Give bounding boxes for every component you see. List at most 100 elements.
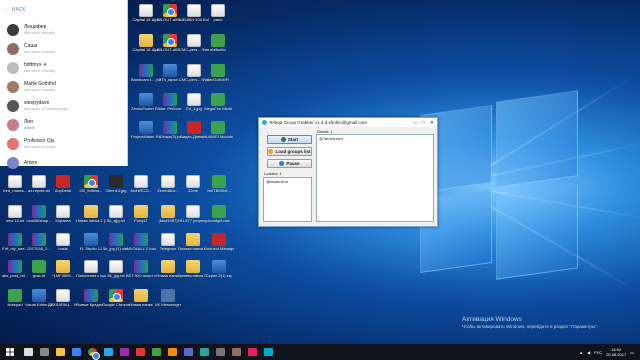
desktop-icon[interactable]: hosts: [50, 233, 76, 259]
desktop-icon[interactable]: CMC-pers... Финал.docx: [179, 34, 209, 60]
desktop-icon[interactable]: 5k_jpg (1).xlsx: [103, 233, 129, 259]
contact-item[interactable]: Саша last seen recently: [0, 39, 127, 58]
desktop-icon[interactable]: 2017038_2...: [26, 233, 52, 259]
app-taskbar-icon-3[interactable]: [151, 348, 161, 356]
desktop-icon[interactable]: Чат. Ребонн: [157, 93, 183, 119]
clock[interactable]: 18:52 20.08.2017: [606, 347, 626, 357]
result-list[interactable]: @Tamed.tarn: [316, 134, 434, 222]
desktop-icon[interactable]: 33mn14.jpg: [103, 175, 129, 201]
desktop-icon[interactable]: t30_feticha...: [78, 175, 104, 201]
desktop-icon[interactable]: Capital 15 Щит: [133, 34, 159, 60]
load-groups-button[interactable]: Load groups list: [267, 147, 312, 156]
contact-item[interactable]: Лия online: [0, 115, 127, 134]
desktop-icon[interactable]: 5k_jpg.txt: [103, 260, 129, 286]
file-explorer-icon[interactable]: [55, 348, 65, 356]
desktop-icon[interactable]: AnyDesk: [50, 175, 76, 201]
desktop-icon[interactable]: FL Studio 12: [78, 233, 104, 259]
notifications-icon[interactable]: ▭: [630, 350, 634, 355]
desktop-icon[interactable]: Корзина: [50, 205, 76, 231]
desktop-icon[interactable]: VK Messenger: [155, 289, 181, 315]
desktop-icon[interactable]: ProjectMaker RU 5.11.5.0: [131, 121, 161, 147]
desktop-icon[interactable]: (Msd1987): [155, 205, 181, 231]
app-taskbar-icon-10[interactable]: [263, 348, 273, 356]
desktop-icon[interactable]: ШЕШКН 100 Ксбас: [179, 4, 209, 30]
app-taskbar-icon-8[interactable]: [231, 348, 241, 356]
pause-button[interactable]: Pause: [267, 159, 312, 168]
desktop-icon[interactable]: aks_post_ref...: [2, 260, 28, 286]
app-taskbar-icon-7[interactable]: [215, 348, 225, 356]
volume-icon[interactable]: ◀: [587, 350, 590, 355]
minimize-icon[interactable]: –: [414, 120, 417, 126]
desktop-icon[interactable]: NeiTBMSel...: [206, 175, 232, 201]
desktop-icon[interactable]: Пояснения к проведению: [76, 260, 106, 286]
contact-item[interactable]: sleepydave last seen 10 minutes ago: [0, 96, 127, 115]
desktop-icon[interactable]: parfc: [205, 4, 231, 30]
contact-item[interactable]: Artem: [0, 153, 127, 172]
app-taskbar-icon[interactable]: [119, 348, 129, 356]
desktop-icon[interactable]: 5k_sjjg.txt: [103, 205, 129, 231]
contact-item[interactable]: Люцифер last seen recently: [0, 20, 127, 39]
desktop-icon[interactable]: Новые Кредит...: [76, 289, 106, 315]
app-taskbar-icon-2[interactable]: [135, 348, 145, 356]
desktop-icon[interactable]: new 14.txt: [2, 205, 28, 231]
desktop-icon[interactable]: Telegram: [155, 233, 181, 259]
search-icon[interactable]: [23, 348, 33, 356]
loaded-list[interactable]: @kulakoff.m: [263, 177, 312, 222]
desktop-icon[interactable]: BET 920 апорт пов...: [126, 260, 156, 286]
task-view-icon[interactable]: [39, 348, 49, 356]
desktop-icon[interactable]: Capital 15 Щит: [133, 4, 159, 30]
desktop-icon[interactable]: MegaFun Miniti: [204, 93, 232, 119]
desktop-icon[interactable]: VecGuKbbFt: [205, 64, 231, 90]
desktop-icon[interactable]: Elrf_dfy_see...: [2, 233, 28, 259]
desktop-icon[interactable]: HUAWEI Module: [203, 121, 233, 147]
app-taskbar-icon-5[interactable]: [183, 348, 193, 356]
desktop-icon[interactable]: Google Chrome: [102, 289, 130, 315]
desktop-icon[interactable]: Nf1.877 регулирка.txt: [178, 205, 208, 231]
desktop-icon[interactable]: Ed_1.jpg: [181, 93, 207, 119]
contact-item[interactable]: hdtttnyx ✈ last seen recently: [0, 58, 127, 77]
desktop-icon[interactable]: CMC-pers... Финал.docx: [179, 64, 209, 90]
desktop-icon[interactable]: ASIO4ALL 2 Instruction...: [126, 233, 156, 259]
app-taskbar-icon-6[interactable]: [199, 348, 209, 356]
network-icon[interactable]: ▲: [579, 350, 583, 355]
desktop-icon[interactable]: kranfgkl.raw: [206, 205, 232, 231]
desktop-icon[interactable]: PumpiT: [128, 205, 154, 231]
desktop-icon[interactable]: ZennoBox...: [155, 175, 181, 201]
maximize-icon[interactable]: □: [422, 120, 425, 126]
desktop-icon[interactable]: Ютаре(3).ps: [157, 121, 183, 147]
desktop-icon[interactable]: Bandicam.r... (VK): [131, 64, 161, 90]
start-button-windows[interactable]: [0, 344, 20, 360]
contact-item[interactable]: Professor Ojs last seen recently: [0, 134, 127, 153]
desktop-icon[interactable]: gusLtd: [26, 260, 52, 286]
desktop-icon[interactable]: 32ote: [180, 175, 206, 201]
desktop-icon[interactable]: Личная папка Р...: [178, 233, 208, 259]
desktop-icon[interactable]: Новая папка: [155, 260, 181, 286]
desktop-icon[interactable]: Notepad: [2, 289, 28, 315]
app-taskbar-icon-4[interactable]: [167, 348, 177, 356]
desktop-icon[interactable]: Личная папка П...: [178, 260, 208, 286]
chrome-taskbar-icon[interactable]: [87, 348, 100, 360]
desktop-icon[interactable]: Скрин 2(1).zip: [206, 260, 232, 286]
language-indicator[interactable]: РУС: [594, 350, 602, 355]
desktop-icon[interactable]: Новая папка 2 (2): [76, 205, 106, 231]
contact-item[interactable]: Marta Gothfrid last seen recently: [0, 77, 127, 96]
desktop-icon[interactable]: 8Th_lapse...: [157, 64, 183, 90]
desktop-icon[interactable]: BILOUT-a09...: [157, 4, 183, 30]
desktop-icon[interactable]: ZennoPoster RU 5.11.5.0: [131, 93, 161, 119]
telegram-taskbar-icon[interactable]: [103, 348, 113, 356]
start-button[interactable]: Start: [267, 135, 312, 144]
close-icon[interactable]: ✕: [430, 120, 434, 126]
desktop-icon[interactable]: ax.repekt.txt: [26, 175, 52, 201]
desktop-icon[interactable]: ДЕКЛАРАЦ... УСН 2016Е...: [48, 289, 78, 315]
desktop-icon[interactable]: ArchiRC2i...: [128, 175, 154, 201]
app-taskbar-icon-9[interactable]: [247, 348, 257, 356]
desktop-icon[interactable]: Visual Editor 32: [25, 289, 53, 315]
desktop-icon[interactable]: Connect Manager: [204, 233, 234, 259]
edge-icon[interactable]: [71, 348, 81, 356]
back-button[interactable]: ← BACK: [0, 0, 127, 20]
desktop-icon[interactable]: ebf8ur8u: [205, 34, 231, 60]
desktop-icon[interactable]: ncmi56shap...: [26, 205, 52, 231]
desktop-icon[interactable]: *1MF3805...: [50, 260, 76, 286]
desktop-icon[interactable]: BILOUT-a09...: [157, 34, 183, 60]
desktop-icon[interactable]: Новая папка: [128, 289, 154, 315]
